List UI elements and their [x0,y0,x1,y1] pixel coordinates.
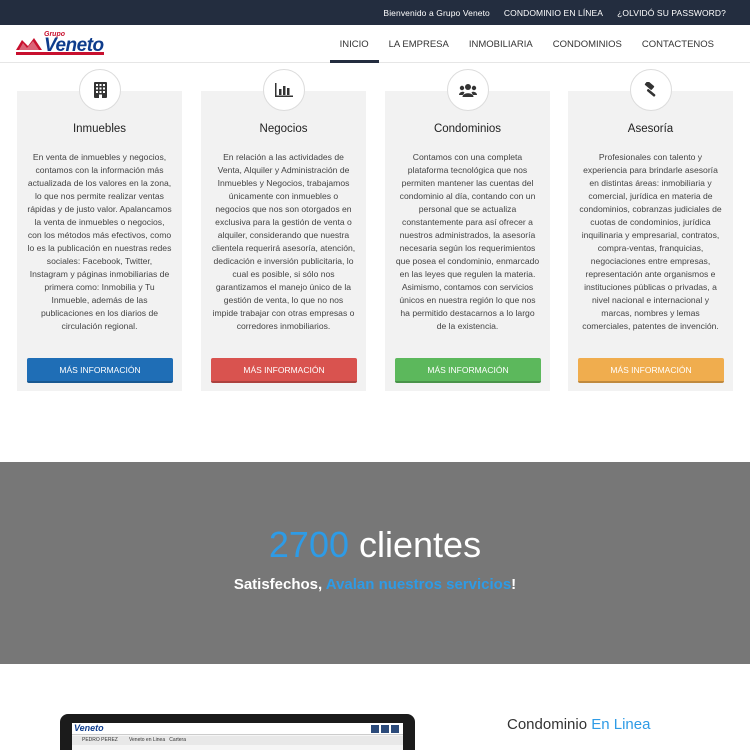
mas-informacion-button[interactable]: MÁS INFORMACIÓN [395,358,541,383]
card-negocios: Negocios En relación a las actividades d… [201,69,366,391]
nav-la-empresa[interactable]: LA EMPRESA [379,25,459,63]
welcome-text: Bienvenido a Grupo Veneto [383,7,490,18]
screen-user: PEDRO PEREZ [82,737,118,743]
mas-informacion-button[interactable]: MÁS INFORMACIÓN [578,358,724,383]
bar-chart-icon [275,83,293,97]
screen-header: Veneto [72,723,403,735]
forgot-password-link[interactable]: ¿OLVIDÓ SU PASSWORD? [617,8,726,18]
clients-subheading: Satisfechos, Avalan nuestros servicios! [0,576,750,593]
logo-underline [16,52,104,55]
screen-bar: PEDRO PEREZ Veneto en Linea Cartera [72,736,403,745]
screen-tab2: Cartera [169,737,186,743]
clients-number: 2700 [268,524,349,565]
card-asesoria: Asesoría Profesionales con talento y exp… [568,69,733,391]
nav-inicio[interactable]: INICIO [329,25,379,63]
sub-suffix: ! [511,576,517,593]
card-title: Inmuebles [72,123,127,135]
nav-contactenos[interactable]: CONTACTENOS [632,25,724,63]
card-icon-circle [630,69,672,111]
card-condominios: Condominios Contamos con una completa pl… [385,69,550,391]
laptop-screen: Veneto PEDRO PEREZ Veneto en Linea Carte… [72,723,403,750]
main-menu: INICIO LA EMPRESA INMOBILIARIA CONDOMINI… [329,25,724,63]
card-title: Asesoría [627,123,674,135]
screen-buttons [371,725,399,733]
services-section: Inmuebles En venta de inmuebles y negoci… [0,63,750,463]
gavel-icon [644,82,656,97]
mas-informacion-button[interactable]: MÁS INFORMACIÓN [27,358,173,383]
main-navbar: Grupo Veneto INICIO LA EMPRESA INMOBILIA… [0,25,750,63]
building-icon [93,82,107,98]
mas-informacion-button[interactable]: MÁS INFORMACIÓN [211,358,357,383]
sub-prefix: Satisfechos, [233,576,326,593]
logo-flag-icon [16,38,42,50]
clients-word: clientes [349,524,482,565]
nav-inmobiliaria[interactable]: INMOBILIARIA [459,25,543,63]
condo-title-prefix: Condominio [507,716,592,733]
screen-logo: Veneto [74,723,104,733]
logo[interactable]: Grupo Veneto [16,31,106,57]
clients-count-heading: 2700 clientes [0,524,750,566]
card-icon-circle [447,69,489,111]
card-icon-circle [263,69,305,111]
nav-condominios[interactable]: CONDOMINIOS [543,25,632,63]
card-description: Contamos con una completa plataforma tec… [395,152,540,331]
card-title: Condominios [433,123,502,135]
laptop-mockup: Veneto PEDRO PEREZ Veneto en Linea Carte… [60,714,415,750]
condominio-en-linea-link[interactable]: CONDOMINIO EN LÍNEA [504,8,603,18]
card-inmuebles: Inmuebles En venta de inmuebles y negoci… [17,69,182,391]
top-links: Bienvenido a Grupo Veneto CONDOMINIO EN … [383,0,726,25]
card-description: Profesionales con talento y experiencia … [579,152,722,331]
sub-highlight: Avalan nuestros servicios [325,576,512,593]
card-title: Negocios [259,123,308,135]
users-icon [459,84,477,97]
clients-band: 2700 clientes Satisfechos, Avalan nuestr… [0,462,750,664]
card-description: En relación a las actividades de Venta, … [211,152,356,331]
condominio-en-linea-heading: Condominio En Linea [507,716,650,733]
card-icon-circle [79,69,121,111]
screen-tab1: Veneto en Linea [128,737,166,743]
condo-title-highlight: En Linea [591,716,651,733]
card-description: En venta de inmuebles y negocios, contam… [27,152,172,331]
top-bar: Bienvenido a Grupo Veneto CONDOMINIO EN … [0,0,750,25]
